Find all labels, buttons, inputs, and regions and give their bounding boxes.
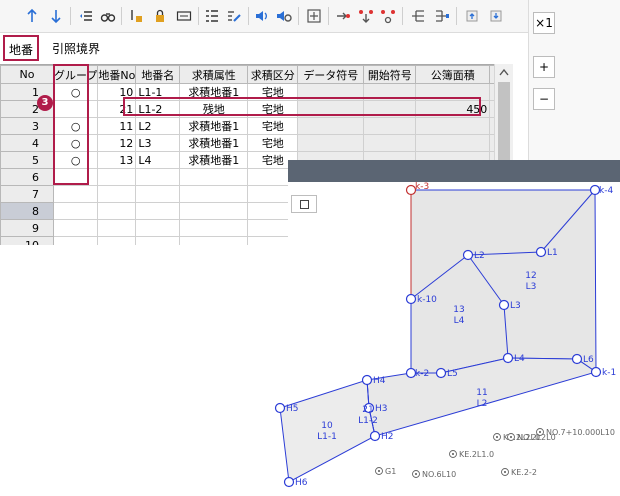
survey-marker-dot <box>452 453 454 455</box>
survey-marker-label: NO.6L10 <box>422 470 456 479</box>
parcel-label-name: L1-1 <box>317 432 337 442</box>
parcel-outline-north[interactable] <box>410 189 597 374</box>
survey-marker-dot <box>496 436 498 438</box>
survey-marker-dot <box>378 470 380 472</box>
point-label: k-10 <box>417 295 437 305</box>
survey-marker-dot <box>510 436 512 438</box>
point-label: L1 <box>547 248 558 258</box>
point-L4-marker[interactable] <box>502 352 514 364</box>
parcel-label-name: L2 <box>477 399 488 409</box>
parcel-plot: k-3 k-4 L1 L2 k-10 L3 L4 L6 k-1 k-2 L5 H4 H5 H3 H2 H6 1… <box>274 182 616 488</box>
survey-marker-dot <box>504 471 506 473</box>
parcel-label-name: L4 <box>454 316 465 326</box>
point-label: L3 <box>510 301 521 311</box>
point-H4-marker[interactable] <box>361 374 373 386</box>
point-L2-marker[interactable] <box>462 249 474 261</box>
point-label: H2 <box>381 432 394 442</box>
point-label: H6 <box>295 478 308 488</box>
point-label: k-3 <box>415 182 429 192</box>
point-label: k-1 <box>602 368 616 378</box>
point-label: H4 <box>373 376 386 386</box>
point-L5-marker[interactable] <box>435 367 447 379</box>
point-H6-marker[interactable] <box>283 476 295 488</box>
survey-marker-label: KE.2-2 <box>511 468 537 477</box>
survey-marker-label: KE.2L1.0 <box>459 450 494 459</box>
point-label: L4 <box>514 354 525 364</box>
point-k10-marker[interactable] <box>405 293 417 305</box>
point-label: L5 <box>447 369 458 379</box>
parcel-label-number: 21 <box>362 405 373 415</box>
survey-marker-label: G1 <box>385 467 396 476</box>
parcel-label-number: 13 <box>453 305 464 315</box>
point-label: k-4 <box>599 186 613 196</box>
point-L6-marker[interactable] <box>571 353 583 365</box>
survey-marker-label: NO.2L2L0 <box>517 433 556 442</box>
survey-marker-dot <box>415 473 417 475</box>
point-H2-marker[interactable] <box>369 430 381 442</box>
point-label: k-2 <box>415 369 429 379</box>
parcel-outline-10[interactable] <box>279 379 376 483</box>
parcel-label-number: 10 <box>321 421 333 431</box>
parcel-label-number: 12 <box>525 271 536 281</box>
point-label: H3 <box>375 404 388 414</box>
point-label: L6 <box>583 355 594 365</box>
point-label: L2 <box>474 251 485 261</box>
point-label: H5 <box>286 404 299 414</box>
point-k1-marker[interactable] <box>590 366 602 378</box>
point-H5-marker[interactable] <box>274 402 286 414</box>
point-L1-marker[interactable] <box>535 246 547 258</box>
parcel-label-number: 11 <box>476 388 487 398</box>
parcel-label-name: L1-2 <box>358 416 378 426</box>
point-L3-marker[interactable] <box>498 299 510 311</box>
parcel-label-name: L3 <box>526 282 537 292</box>
survey-marker-label: NO.7+10.000L10 <box>546 428 615 437</box>
